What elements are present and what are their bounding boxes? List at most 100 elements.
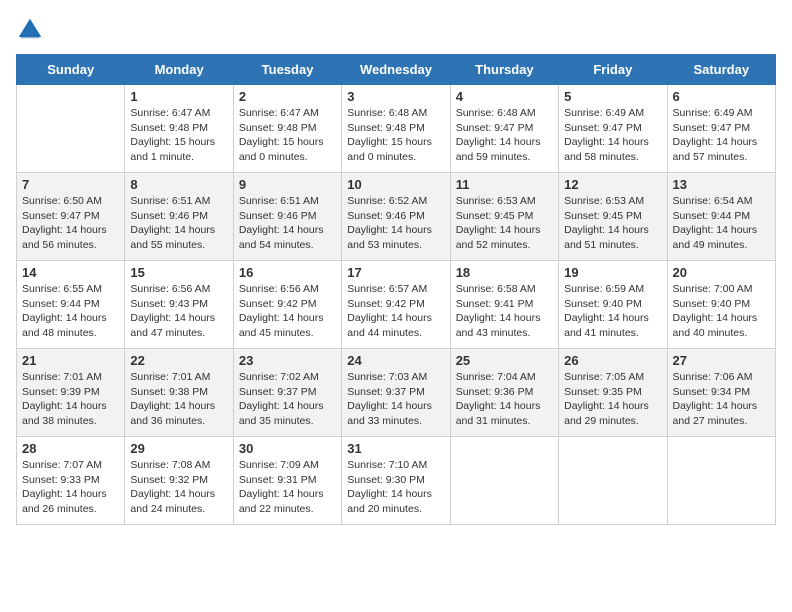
day-number: 22 — [130, 353, 227, 368]
calendar-cell: 13 Sunrise: 6:54 AMSunset: 9:44 PMDayligh… — [667, 173, 775, 261]
column-header-sunday: Sunday — [17, 55, 125, 85]
day-detail: Sunrise: 7:09 AMSunset: 9:31 PMDaylight:… — [239, 458, 336, 517]
day-number: 7 — [22, 177, 119, 192]
day-number: 17 — [347, 265, 444, 280]
day-detail: Sunrise: 6:56 AMSunset: 9:42 PMDaylight:… — [239, 282, 336, 341]
calendar-cell: 10 Sunrise: 6:52 AMSunset: 9:46 PMDayligh… — [342, 173, 450, 261]
calendar-cell: 26 Sunrise: 7:05 AMSunset: 9:35 PMDayligh… — [559, 349, 667, 437]
day-number: 31 — [347, 441, 444, 456]
calendar-table: SundayMondayTuesdayWednesdayThursdayFrid… — [16, 54, 776, 525]
day-number: 11 — [456, 177, 553, 192]
day-number: 27 — [673, 353, 770, 368]
calendar-cell: 29 Sunrise: 7:08 AMSunset: 9:32 PMDayligh… — [125, 437, 233, 525]
day-detail: Sunrise: 7:01 AMSunset: 9:39 PMDaylight:… — [22, 370, 119, 429]
calendar-cell: 4 Sunrise: 6:48 AMSunset: 9:47 PMDaylight… — [450, 85, 558, 173]
column-header-monday: Monday — [125, 55, 233, 85]
column-header-tuesday: Tuesday — [233, 55, 341, 85]
day-number: 23 — [239, 353, 336, 368]
calendar-cell: 23 Sunrise: 7:02 AMSunset: 9:37 PMDayligh… — [233, 349, 341, 437]
day-number: 8 — [130, 177, 227, 192]
calendar-cell: 9 Sunrise: 6:51 AMSunset: 9:46 PMDaylight… — [233, 173, 341, 261]
logo — [16, 16, 48, 44]
day-number: 30 — [239, 441, 336, 456]
calendar-cell: 25 Sunrise: 7:04 AMSunset: 9:36 PMDayligh… — [450, 349, 558, 437]
day-detail: Sunrise: 6:48 AMSunset: 9:48 PMDaylight:… — [347, 106, 444, 165]
calendar-cell — [450, 437, 558, 525]
day-number: 25 — [456, 353, 553, 368]
calendar-week-row: 7 Sunrise: 6:50 AMSunset: 9:47 PMDaylight… — [17, 173, 776, 261]
day-number: 28 — [22, 441, 119, 456]
day-detail: Sunrise: 7:05 AMSunset: 9:35 PMDaylight:… — [564, 370, 661, 429]
day-number: 16 — [239, 265, 336, 280]
header — [16, 16, 776, 44]
calendar-week-row: 14 Sunrise: 6:55 AMSunset: 9:44 PMDayligh… — [17, 261, 776, 349]
day-detail: Sunrise: 6:59 AMSunset: 9:40 PMDaylight:… — [564, 282, 661, 341]
day-detail: Sunrise: 6:52 AMSunset: 9:46 PMDaylight:… — [347, 194, 444, 253]
calendar-cell: 12Sunrise: 6:53 AMSunset: 9:45 PMDayligh… — [559, 173, 667, 261]
day-detail: Sunrise: 6:49 AMSunset: 9:47 PMDaylight:… — [673, 106, 770, 165]
calendar-cell — [667, 437, 775, 525]
day-number: 20 — [673, 265, 770, 280]
day-detail: Sunrise: 6:56 AMSunset: 9:43 PMDaylight:… — [130, 282, 227, 341]
day-number: 2 — [239, 89, 336, 104]
day-number: 5 — [564, 89, 661, 104]
calendar-cell: 15 Sunrise: 6:56 AMSunset: 9:43 PMDayligh… — [125, 261, 233, 349]
column-header-friday: Friday — [559, 55, 667, 85]
day-detail: Sunrise: 7:02 AMSunset: 9:37 PMDaylight:… — [239, 370, 336, 429]
day-number: 26 — [564, 353, 661, 368]
day-number: 13 — [673, 177, 770, 192]
calendar-cell: 5Sunrise: 6:49 AMSunset: 9:47 PMDaylight… — [559, 85, 667, 173]
day-detail: Sunrise: 6:47 AMSunset: 9:48 PMDaylight:… — [239, 106, 336, 165]
day-detail: Sunrise: 6:53 AMSunset: 9:45 PMDaylight:… — [456, 194, 553, 253]
calendar-cell: 21 Sunrise: 7:01 AMSunset: 9:39 PMDayligh… — [17, 349, 125, 437]
day-detail: Sunrise: 6:53 AMSunset: 9:45 PMDaylight:… — [564, 194, 661, 253]
day-detail: Sunrise: 6:51 AMSunset: 9:46 PMDaylight:… — [130, 194, 227, 253]
day-number: 15 — [130, 265, 227, 280]
day-detail: Sunrise: 6:58 AMSunset: 9:41 PMDaylight:… — [456, 282, 553, 341]
calendar-cell — [17, 85, 125, 173]
calendar-week-row: 28 Sunrise: 7:07 AMSunset: 9:33 PMDayligh… — [17, 437, 776, 525]
day-number: 21 — [22, 353, 119, 368]
day-number: 18 — [456, 265, 553, 280]
day-detail: Sunrise: 6:47 AMSunset: 9:48 PMDaylight:… — [130, 106, 227, 165]
calendar-cell: 19Sunrise: 6:59 AMSunset: 9:40 PMDayligh… — [559, 261, 667, 349]
day-detail: Sunrise: 6:50 AMSunset: 9:47 PMDaylight:… — [22, 194, 119, 253]
day-number: 4 — [456, 89, 553, 104]
day-detail: Sunrise: 7:10 AMSunset: 9:30 PMDaylight:… — [347, 458, 444, 517]
day-detail: Sunrise: 6:55 AMSunset: 9:44 PMDaylight:… — [22, 282, 119, 341]
day-detail: Sunrise: 7:07 AMSunset: 9:33 PMDaylight:… — [22, 458, 119, 517]
calendar-cell: 3 Sunrise: 6:48 AMSunset: 9:48 PMDaylight… — [342, 85, 450, 173]
calendar-cell: 6 Sunrise: 6:49 AMSunset: 9:47 PMDaylight… — [667, 85, 775, 173]
day-detail: Sunrise: 6:54 AMSunset: 9:44 PMDaylight:… — [673, 194, 770, 253]
calendar-cell: 11 Sunrise: 6:53 AMSunset: 9:45 PMDayligh… — [450, 173, 558, 261]
calendar-cell — [559, 437, 667, 525]
column-header-thursday: Thursday — [450, 55, 558, 85]
calendar-cell: 2 Sunrise: 6:47 AMSunset: 9:48 PMDaylight… — [233, 85, 341, 173]
calendar-cell: 18 Sunrise: 6:58 AMSunset: 9:41 PMDayligh… — [450, 261, 558, 349]
calendar-cell: 30 Sunrise: 7:09 AMSunset: 9:31 PMDayligh… — [233, 437, 341, 525]
calendar-cell: 27Sunrise: 7:06 AMSunset: 9:34 PMDayligh… — [667, 349, 775, 437]
day-detail: Sunrise: 7:08 AMSunset: 9:32 PMDaylight:… — [130, 458, 227, 517]
day-detail: Sunrise: 7:03 AMSunset: 9:37 PMDaylight:… — [347, 370, 444, 429]
day-number: 10 — [347, 177, 444, 192]
day-number: 14 — [22, 265, 119, 280]
day-number: 9 — [239, 177, 336, 192]
day-number: 6 — [673, 89, 770, 104]
day-detail: Sunrise: 6:48 AMSunset: 9:47 PMDaylight:… — [456, 106, 553, 165]
column-header-saturday: Saturday — [667, 55, 775, 85]
day-detail: Sunrise: 7:04 AMSunset: 9:36 PMDaylight:… — [456, 370, 553, 429]
calendar-header-row: SundayMondayTuesdayWednesdayThursdayFrid… — [17, 55, 776, 85]
day-number: 29 — [130, 441, 227, 456]
calendar-cell: 8 Sunrise: 6:51 AMSunset: 9:46 PMDaylight… — [125, 173, 233, 261]
day-number: 3 — [347, 89, 444, 104]
calendar-cell: 16 Sunrise: 6:56 AMSunset: 9:42 PMDayligh… — [233, 261, 341, 349]
calendar-cell: 7 Sunrise: 6:50 AMSunset: 9:47 PMDaylight… — [17, 173, 125, 261]
day-detail: Sunrise: 6:51 AMSunset: 9:46 PMDaylight:… — [239, 194, 336, 253]
day-number: 24 — [347, 353, 444, 368]
day-detail: Sunrise: 7:01 AMSunset: 9:38 PMDaylight:… — [130, 370, 227, 429]
column-header-wednesday: Wednesday — [342, 55, 450, 85]
calendar-cell: 20Sunrise: 7:00 AMSunset: 9:40 PMDayligh… — [667, 261, 775, 349]
calendar-cell: 31 Sunrise: 7:10 AMSunset: 9:30 PMDayligh… — [342, 437, 450, 525]
calendar-week-row: 21 Sunrise: 7:01 AMSunset: 9:39 PMDayligh… — [17, 349, 776, 437]
calendar-week-row: 1Sunrise: 6:47 AMSunset: 9:48 PMDaylight… — [17, 85, 776, 173]
